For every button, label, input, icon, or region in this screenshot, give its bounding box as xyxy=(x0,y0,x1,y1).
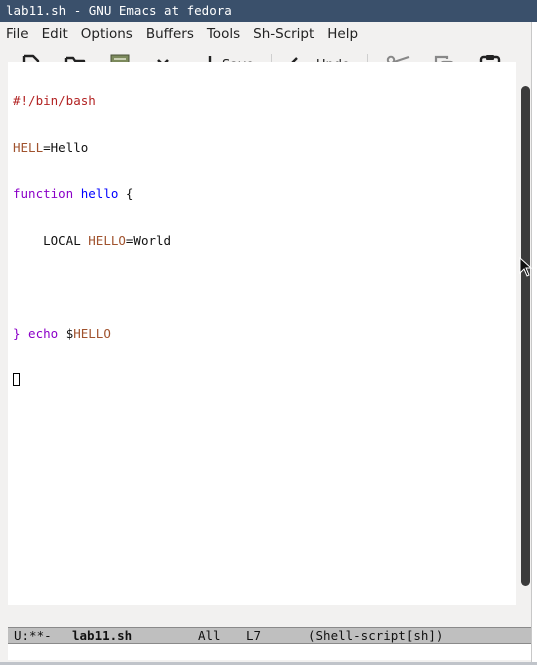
menu-help[interactable]: Help xyxy=(321,26,365,42)
code-token: =World xyxy=(125,232,172,248)
code-line xyxy=(13,372,171,388)
mouse-pointer-icon xyxy=(519,257,533,277)
code-line: LOCAL HELLO=World xyxy=(13,233,171,249)
code-token: HELLO xyxy=(88,232,126,248)
code-token: hello xyxy=(80,186,119,201)
code-token: HELL xyxy=(13,139,44,155)
editor-buffer[interactable]: #!/bin/bash HELL=Hello function hello { … xyxy=(8,62,516,605)
code-line: #!/bin/bash xyxy=(13,93,171,109)
minibuffer[interactable] xyxy=(8,644,531,660)
code-token: } echo xyxy=(13,325,66,341)
code-token: LOCAL xyxy=(13,232,89,248)
menu-edit[interactable]: Edit xyxy=(36,26,75,42)
menu-buffers[interactable]: Buffers xyxy=(140,26,201,42)
modeline-status: U:**- xyxy=(14,628,52,643)
code-token: #!/bin/bash xyxy=(13,93,96,108)
menu-file[interactable]: File xyxy=(0,26,36,42)
window-title: lab11.sh - GNU Emacs at fedora xyxy=(0,0,537,22)
mode-line: U:**- lab11.sh All L7 (Shell-script[sh]) xyxy=(8,627,531,644)
modeline-buffer-name[interactable]: lab11.sh xyxy=(72,628,132,643)
code-line: function hello { xyxy=(13,186,171,202)
code-token: =Hello xyxy=(43,139,89,155)
menu-tools[interactable]: Tools xyxy=(201,26,247,42)
menu-sh-script[interactable]: Sh-Script xyxy=(247,26,321,42)
modeline-major-mode[interactable]: (Shell-script[sh]) xyxy=(308,628,443,643)
code-line: } echo $HELLO xyxy=(13,326,171,342)
code-token: HELLO xyxy=(73,325,111,341)
code-text: #!/bin/bash HELL=Hello function hello { … xyxy=(13,62,171,419)
menu-options[interactable]: Options xyxy=(75,26,140,42)
menubar: File Edit Options Buffers Tools Sh-Scrip… xyxy=(0,22,531,46)
code-line: HELL=Hello xyxy=(13,140,171,156)
code-token: { xyxy=(118,186,134,201)
modeline-position: All xyxy=(198,628,221,643)
modeline-line: L7 xyxy=(246,628,262,643)
scrollbar-thumb[interactable] xyxy=(521,86,530,586)
text-cursor xyxy=(13,373,20,386)
code-token: function xyxy=(13,186,74,201)
